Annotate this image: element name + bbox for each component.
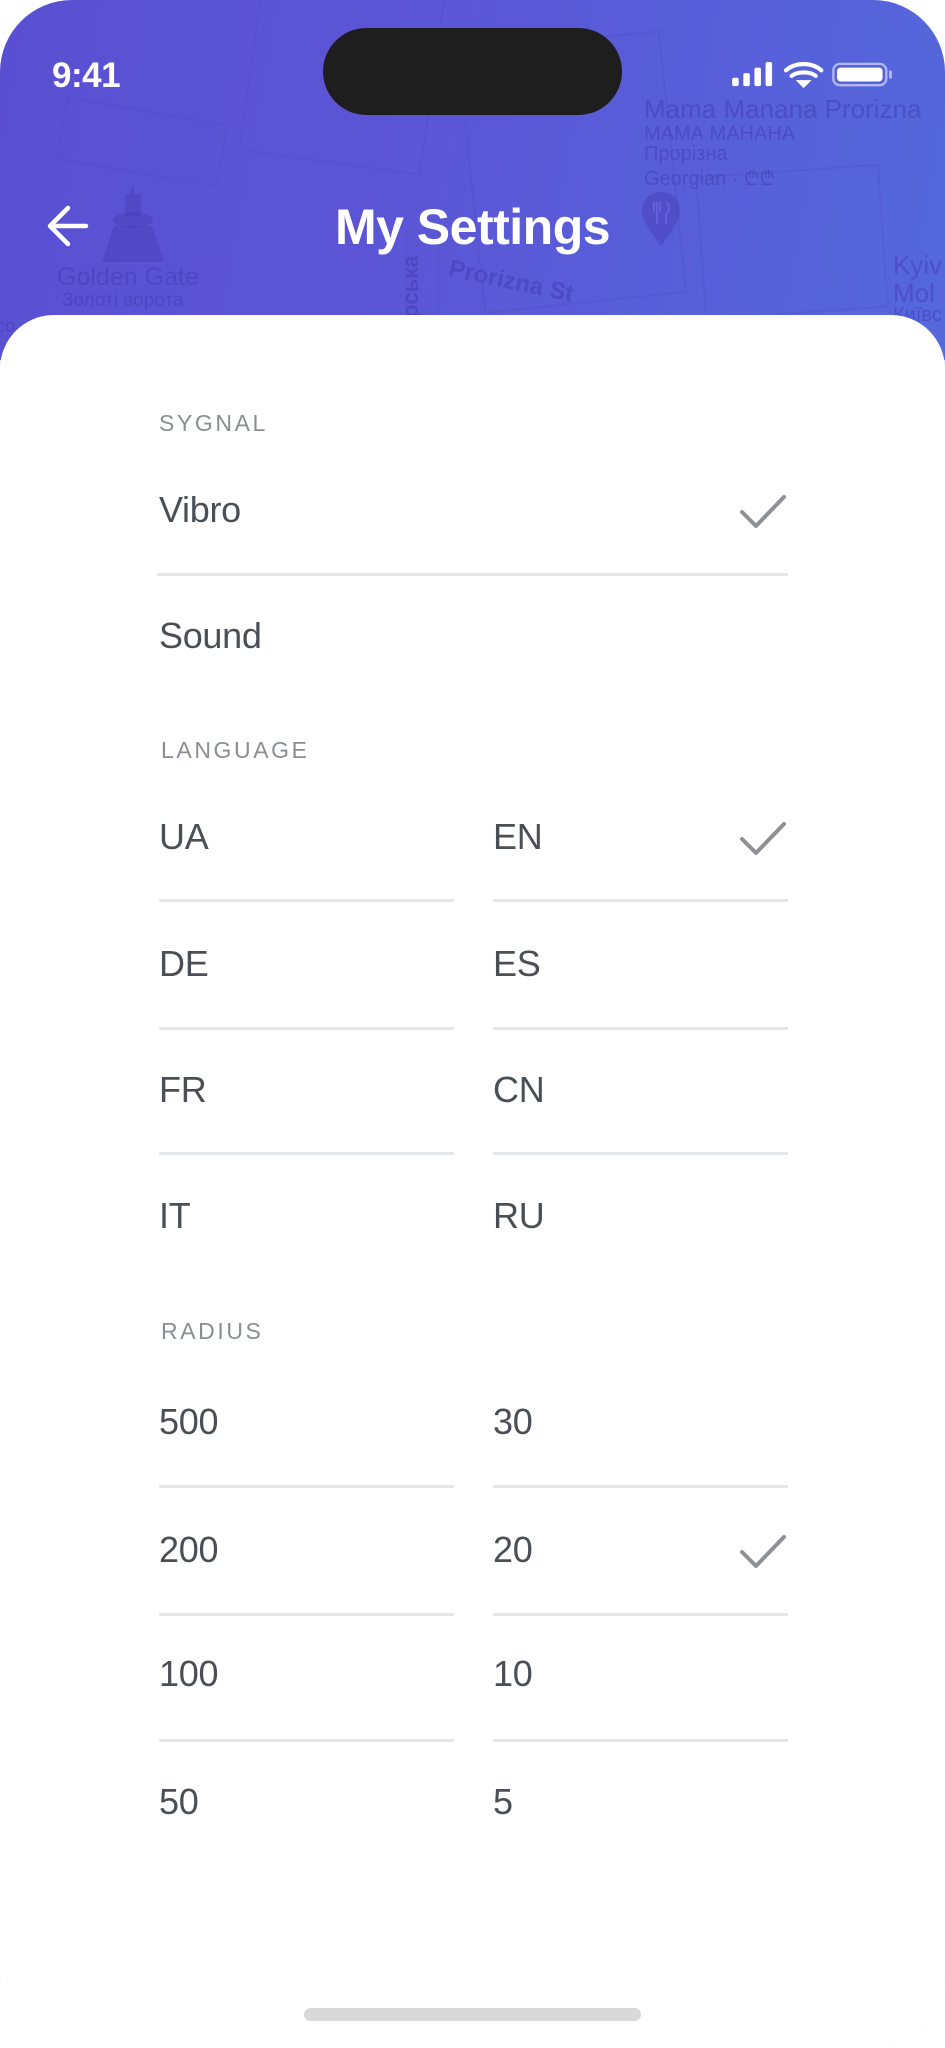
option-label: Vibro [159,489,241,530]
divider [493,1485,788,1488]
option-label: 500 [159,1401,219,1442]
option-radius-500[interactable]: 500 [159,1382,454,1462]
dynamic-island [323,28,622,115]
option-label: 200 [159,1529,219,1570]
option-language-it[interactable]: IT [159,1176,454,1256]
option-radius-100[interactable]: 100 [159,1634,454,1714]
checkmark-icon [740,495,786,528]
option-language-fr[interactable]: FR [159,1050,454,1130]
option-label: RU [493,1195,545,1236]
option-label: 20 [493,1529,533,1570]
option-language-en[interactable]: EN [493,797,788,877]
option-label: UA [159,816,209,857]
divider [159,1485,454,1488]
map-label-restaurant-cuisine: Georgian · ₾₾ [644,168,775,190]
divider [159,899,454,902]
phone-screen: Mama Manana Prorizna МАМА МАНАНА Прорізн… [0,0,945,2048]
option-label: IT [159,1195,191,1236]
divider [493,1027,788,1030]
divider [157,573,788,576]
option-language-ru[interactable]: RU [493,1176,788,1256]
option-radius-50[interactable]: 50 [159,1762,454,1842]
map-label-street-vertical: рська [398,255,423,318]
battery-icon [832,62,892,87]
option-radius-30[interactable]: 30 [493,1382,788,1462]
option-label: EN [493,816,543,857]
status-time: 9:41 [52,56,121,95]
divider [159,1739,454,1742]
option-label: 5 [493,1781,513,1822]
divider [159,1152,454,1155]
option-label: FR [159,1069,207,1110]
divider [493,1152,788,1155]
cellular-signal-icon [732,62,773,87]
wifi-icon [783,62,824,88]
checkmark-icon [740,822,786,855]
option-radius-5[interactable]: 5 [493,1762,788,1842]
section-label-signal: SYGNAL [159,410,268,436]
divider [493,899,788,902]
option-language-de[interactable]: DE [159,924,454,1004]
option-label: Sound [159,615,262,656]
home-indicator[interactable] [304,2008,641,2021]
option-label: CN [493,1069,545,1110]
divider [493,1613,788,1616]
divider [493,1739,788,1742]
option-label: 30 [493,1401,533,1442]
option-language-es[interactable]: ES [493,924,788,1004]
section-label-language: LANGUAGE [161,737,310,763]
map-label-restaurant-street: Прорізна [644,143,728,165]
option-radius-10[interactable]: 10 [493,1634,788,1714]
map-label-landmark: Golden Gate [57,263,199,291]
option-signal-vibro[interactable]: Vibro [159,470,788,550]
divider [159,1027,454,1030]
map-street-line [55,96,229,188]
page-title: My Settings [334,199,611,255]
status-icons [732,62,892,88]
option-label: 100 [159,1653,219,1694]
divider [159,1613,454,1616]
option-label: 10 [493,1653,533,1694]
option-signal-sound[interactable]: Sound [159,596,788,676]
option-radius-200[interactable]: 200 [159,1510,454,1590]
checkmark-icon [740,1535,786,1568]
map-label-restaurant: Mama Manana Prorizna [644,94,922,124]
option-label: ES [493,943,541,984]
option-language-cn[interactable]: CN [493,1050,788,1130]
option-label: DE [159,943,209,984]
map-label-landmark-ua: Золоті ворота [62,290,184,311]
option-language-ua[interactable]: UA [159,797,454,877]
option-radius-20[interactable]: 20 [493,1510,788,1590]
section-label-radius: RADIUS [161,1318,264,1344]
option-label: 50 [159,1781,199,1822]
